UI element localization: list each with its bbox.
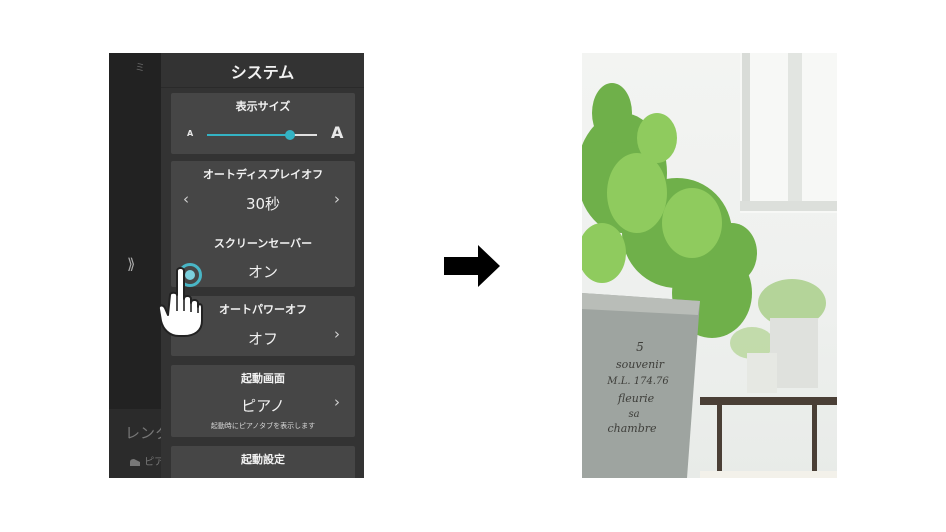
startup-screen-card: 起動画面 ピアノ › 起動時にピアノタブを表示します bbox=[171, 365, 355, 437]
pointing-hand-icon bbox=[157, 267, 203, 337]
slider-knob[interactable] bbox=[284, 130, 295, 140]
panel-title: システム bbox=[230, 63, 295, 82]
large-text-label: A bbox=[331, 123, 344, 142]
svg-text:M.L. 174.76: M.L. 174.76 bbox=[606, 376, 669, 387]
auto-display-off-value: 30秒 bbox=[245, 195, 281, 213]
next-chevron-icon[interactable]: › bbox=[334, 327, 340, 342]
display-size-title: 表示サイズ bbox=[235, 100, 291, 113]
display-size-card: 表示サイズ A A bbox=[171, 93, 355, 154]
next-chevron-icon[interactable]: › bbox=[334, 395, 340, 410]
background-sub-label: ピア bbox=[129, 453, 164, 468]
svg-text:5: 5 bbox=[636, 340, 644, 354]
expand-chevron-icon[interactable]: ⟫ bbox=[127, 255, 135, 273]
startup-settings-card: 起動設定 bbox=[171, 446, 355, 478]
plant-photo: 5 souvenir M.L. 174.76 fleurie sa chambr… bbox=[582, 53, 837, 478]
next-chevron-icon[interactable]: › bbox=[334, 192, 340, 207]
right-arrow-icon bbox=[444, 245, 500, 287]
startup-screen-value: ピアノ bbox=[241, 397, 285, 415]
phone-screenshot: ミ ⟫ レンタ ピア システム 表示サイズ A A オートディスプレイオフ ‹ … bbox=[109, 53, 364, 478]
divider bbox=[161, 87, 364, 88]
display-size-slider[interactable] bbox=[207, 130, 317, 140]
slider-fill bbox=[207, 134, 290, 136]
small-text-label: A bbox=[187, 129, 194, 138]
piano-icon bbox=[130, 458, 140, 466]
svg-text:souvenir: souvenir bbox=[616, 358, 665, 371]
startup-screen-note: 起動時にピアノタブを表示します bbox=[210, 422, 316, 430]
svg-text:sa: sa bbox=[628, 409, 639, 420]
startup-settings-title: 起動設定 bbox=[241, 453, 285, 466]
screen-saver-title: スクリーンセーバー bbox=[213, 237, 313, 250]
svg-text:chambre: chambre bbox=[607, 422, 657, 435]
startup-screen-title: 起動画面 bbox=[241, 372, 285, 385]
svg-text:fleurie: fleurie bbox=[617, 392, 655, 405]
background-app: ミ ⟫ レンタ ピア bbox=[109, 53, 170, 478]
fern-scene: 5 souvenir M.L. 174.76 fleurie sa chambr… bbox=[582, 53, 837, 478]
auto-display-off-title: オートディスプレイオフ bbox=[202, 168, 324, 181]
background-top-text: ミ bbox=[135, 63, 145, 74]
